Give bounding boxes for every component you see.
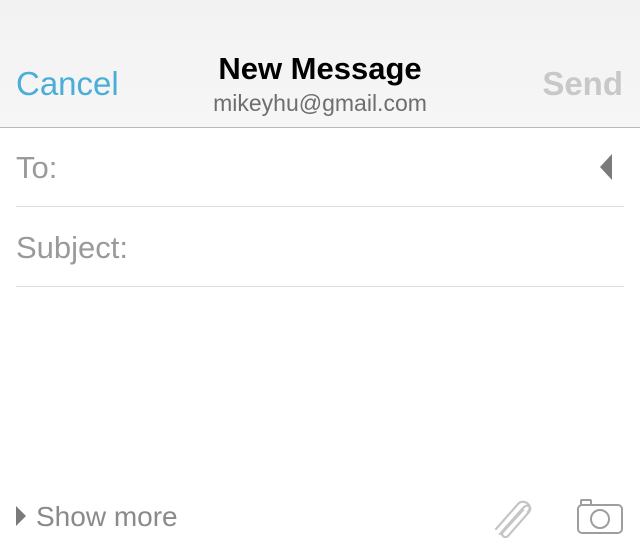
show-more-label: Show more	[36, 501, 178, 532]
to-row: To:	[16, 128, 624, 207]
subject-input[interactable]	[144, 226, 588, 270]
message-body-input[interactable]	[16, 290, 628, 484]
navigation-bar: Cancel New Message mikeyhu@gmail.com Sen…	[0, 0, 640, 128]
send-button[interactable]: Send	[542, 62, 623, 106]
to-input[interactable]	[146, 146, 590, 190]
subject-label: Subject:	[16, 230, 129, 265]
disclosure-right-icon	[16, 506, 26, 526]
subject-row: Subject:	[16, 208, 624, 287]
paperclip-icon[interactable]	[490, 496, 536, 540]
disclosure-left-icon[interactable]	[600, 154, 612, 180]
camera-icon[interactable]	[576, 497, 624, 535]
to-label: To:	[16, 150, 58, 185]
